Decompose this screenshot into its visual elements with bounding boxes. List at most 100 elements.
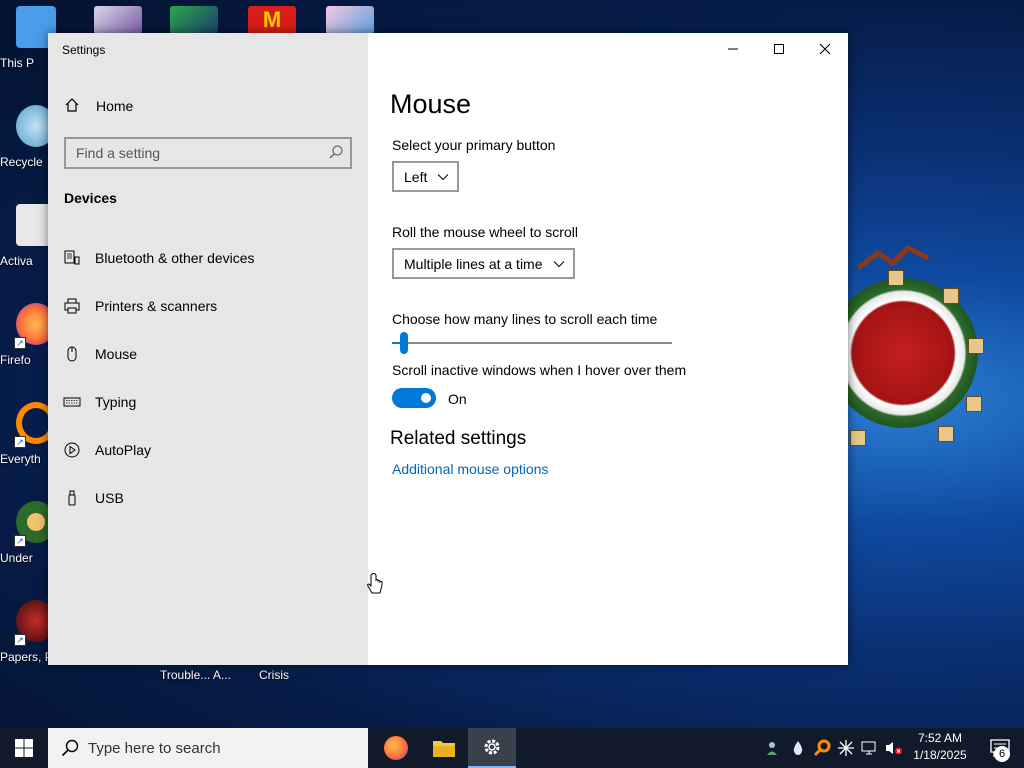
taskbar: 7:52 AM 1/18/2025 6 <box>0 728 1024 768</box>
scroll-mode-dropdown[interactable]: Multiple lines at a time <box>392 248 575 279</box>
taskbar-file-explorer[interactable] <box>420 728 468 768</box>
sidebar-item-printers[interactable]: Printers & scanners <box>62 291 352 321</box>
sidebar-item-typing[interactable]: Typing <box>62 387 352 417</box>
network-user-tray-icon[interactable] <box>764 738 784 758</box>
action-center-button[interactable]: 6 <box>980 728 1020 768</box>
house-decoration <box>850 430 866 446</box>
house-decoration <box>943 288 959 304</box>
sidebar-item-bluetooth[interactable]: Bluetooth & other devices <box>62 243 352 273</box>
dropdown-value: Left <box>404 168 428 185</box>
maximize-button[interactable] <box>756 33 802 65</box>
settings-sidebar: Settings Home Devices Bluetooth & other … <box>48 33 383 665</box>
desktop-icon-label: Crisis <box>259 668 289 682</box>
desktop-icon-top-1[interactable] <box>94 6 142 34</box>
clock-date: 1/18/2025 <box>913 748 967 762</box>
primary-button-dropdown[interactable]: Left <box>392 161 460 192</box>
sidebar-item-label: Mouse <box>95 346 138 362</box>
minimize-icon <box>728 48 738 50</box>
everything-tray-icon[interactable] <box>812 738 832 758</box>
search-icon <box>61 739 79 757</box>
sidebar-item-label: Typing <box>95 394 137 410</box>
shortcut-arrow-icon: ↗ <box>14 436 26 448</box>
sidebar-item-usb[interactable]: USB <box>62 483 352 513</box>
wreath-clock-decoration <box>848 238 1024 468</box>
house-decoration <box>966 396 982 412</box>
home-icon <box>62 97 82 116</box>
mouse-icon <box>62 344 82 364</box>
sidebar-item-label: USB <box>95 490 124 506</box>
desktop-icon-label: Trouble... A... <box>160 668 231 682</box>
monitor-network-icon <box>861 741 876 755</box>
desktop-icon-top-3[interactable]: M <box>248 6 296 34</box>
droplet-icon <box>793 741 803 755</box>
desktop-icon-top-2[interactable] <box>170 6 218 34</box>
folder-icon <box>433 741 455 757</box>
inactive-scroll-toggle[interactable] <box>392 388 436 408</box>
sidebar-item-label: Home <box>96 98 134 114</box>
snowflake-tray-icon[interactable] <box>836 738 856 758</box>
people-icon <box>767 742 777 755</box>
find-setting-search-box[interactable] <box>64 137 352 169</box>
taskbar-clock[interactable]: 7:52 AM 1/18/2025 <box>904 730 976 766</box>
maximize-icon <box>774 44 784 54</box>
search-icon[interactable] <box>328 144 344 160</box>
snowflake-icon <box>838 740 854 756</box>
gear-icon <box>484 739 500 755</box>
scroll-mode-label: Roll the mouse wheel to scroll <box>392 224 578 240</box>
keyboard-icon <box>62 392 82 412</box>
magnifier-icon <box>813 739 831 757</box>
reindeer-sleigh-icon <box>858 244 930 270</box>
taskbar-search-box[interactable] <box>48 728 368 768</box>
taskbar-firefox[interactable] <box>372 728 420 768</box>
clock-time: 7:52 AM <box>917 731 963 745</box>
usb-icon <box>62 488 82 508</box>
shortcut-arrow-icon: ↗ <box>14 337 26 349</box>
house-decoration <box>938 426 954 442</box>
page-title: Mouse <box>390 89 472 119</box>
window-title: Settings <box>62 43 106 57</box>
lines-to-scroll-slider[interactable] <box>392 342 672 344</box>
sidebar-item-mouse[interactable]: Mouse <box>62 339 352 369</box>
start-button[interactable] <box>0 728 48 768</box>
additional-mouse-options-link[interactable]: Additional mouse options <box>392 461 548 477</box>
sidebar-item-home[interactable]: Home <box>62 93 352 119</box>
sidebar-item-label: Printers & scanners <box>95 298 218 314</box>
shortcut-arrow-icon: ↗ <box>14 535 26 547</box>
sidebar-section-label: Devices <box>64 190 117 206</box>
related-settings-title: Related settings <box>390 428 527 449</box>
chevron-down-icon <box>553 260 564 267</box>
settings-window: Settings Home Devices Bluetooth & other … <box>48 33 848 665</box>
notification-count-badge: 6 <box>994 746 1010 762</box>
slider-fill <box>392 342 401 344</box>
shortcut-arrow-icon: ↗ <box>14 634 26 646</box>
close-icon <box>819 43 831 55</box>
taskbar-search-input[interactable] <box>88 739 348 757</box>
droplet-tray-icon[interactable] <box>788 738 808 758</box>
desktop-icon-top-4[interactable] <box>326 6 374 34</box>
sidebar-item-autoplay[interactable]: AutoPlay <box>62 435 352 465</box>
house-decoration <box>968 338 984 354</box>
windows-logo-icon <box>15 739 33 757</box>
inactive-scroll-label: Scroll inactive windows when I hover ove… <box>392 362 687 378</box>
minimize-button[interactable] <box>710 33 756 65</box>
close-button[interactable] <box>802 33 848 65</box>
speaker-muted-icon <box>886 742 902 755</box>
chevron-down-icon <box>438 173 449 180</box>
dropdown-value: Multiple lines at a time <box>404 255 543 272</box>
lines-to-scroll-label: Choose how many lines to scroll each tim… <box>392 311 658 327</box>
toggle-state-text: On <box>448 391 467 407</box>
find-setting-input[interactable] <box>66 139 316 167</box>
lines-to-scroll-slider-thumb[interactable] <box>400 332 409 354</box>
firefox-icon <box>384 736 408 760</box>
taskbar-settings[interactable] <box>468 728 516 768</box>
hand-cursor-icon <box>367 573 383 594</box>
network-tray-icon[interactable] <box>860 738 880 758</box>
sidebar-item-label: AutoPlay <box>95 442 152 458</box>
primary-button-label: Select your primary button <box>392 137 556 153</box>
sidebar-item-label: Bluetooth & other devices <box>95 250 255 266</box>
volume-muted-tray-icon[interactable] <box>884 738 904 758</box>
bluetooth-devices-icon <box>62 248 82 268</box>
printer-icon <box>62 296 82 316</box>
toggle-knob <box>421 393 431 403</box>
autoplay-icon <box>62 440 82 460</box>
